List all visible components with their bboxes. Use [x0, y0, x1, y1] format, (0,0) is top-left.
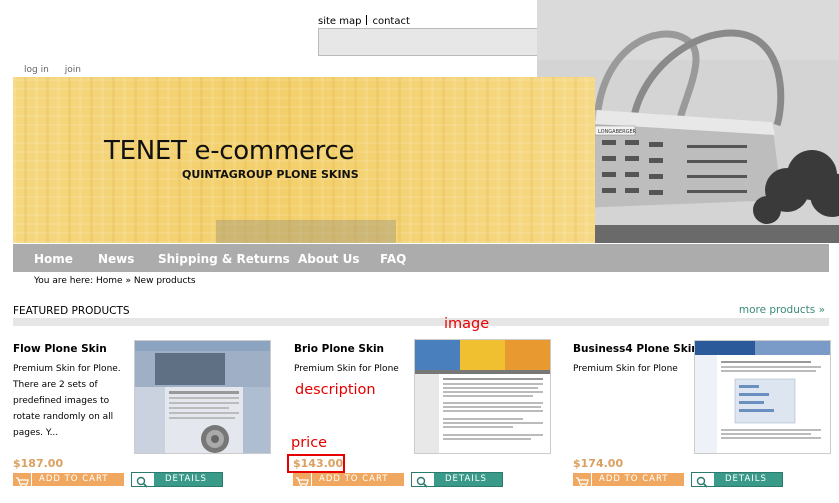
product-image-1[interactable]: [134, 340, 271, 454]
flow-skin-thumbnail: [135, 341, 270, 453]
more-products-link[interactable]: more products »: [739, 304, 825, 316]
main-nav: Home News Shipping & Returns About Us FA…: [13, 244, 829, 272]
user-links: log in join: [24, 65, 97, 75]
annotation-image: image: [444, 316, 490, 332]
nav-item-home[interactable]: Home: [34, 252, 73, 266]
product-description-3: Premium Skin for Plone: [573, 364, 678, 374]
annotation-description: description: [295, 382, 376, 398]
add-to-cart-label: ADD TO CART: [319, 474, 389, 484]
site-subtitle: QUINTAGROUP PLONE SKINS: [182, 168, 359, 181]
details-label: DETAILS: [725, 474, 767, 484]
annotation-price: price: [291, 435, 328, 451]
top-links: site map contact: [318, 15, 410, 27]
add-to-cart-label: ADD TO CART: [39, 474, 109, 484]
cart-icon: [13, 473, 32, 487]
product-price-3: $174.00: [573, 457, 624, 470]
details-button-1[interactable]: DETAILS: [131, 472, 223, 488]
site-title[interactable]: TENET e-commerce: [104, 136, 354, 166]
breadcrumb-separator: »: [125, 276, 131, 286]
product-name-3[interactable]: Business4 Plone Skin: [573, 343, 699, 355]
breadcrumb-current: New products: [133, 276, 196, 286]
site-map-link[interactable]: site map: [318, 16, 361, 27]
divider: [366, 15, 368, 25]
contact-link[interactable]: contact: [372, 16, 409, 27]
add-to-cart-button-3[interactable]: ADD TO CART: [573, 473, 684, 487]
magnifier-icon: [132, 473, 154, 488]
business4-skin-thumbnail: [695, 341, 830, 453]
nav-item-about-us[interactable]: About Us: [298, 252, 359, 266]
add-to-cart-button-1[interactable]: ADD TO CART: [13, 473, 124, 487]
details-button-2[interactable]: DETAILS: [411, 472, 503, 488]
magnifier-icon: [692, 473, 714, 488]
breadcrumb-prefix: You are here:: [34, 276, 94, 286]
nav-item-shipping-returns[interactable]: Shipping & Returns: [158, 252, 290, 266]
breadcrumb: You are here: Home » New products: [34, 276, 196, 286]
product-description-2: Premium Skin for Plone: [294, 364, 399, 374]
search-input[interactable]: [321, 31, 537, 53]
login-link[interactable]: log in: [24, 65, 49, 75]
product-description-1: Premium Skin for Plone. There are 2 sets…: [13, 364, 121, 438]
product-image-2[interactable]: [414, 339, 551, 454]
cart-icon: [573, 473, 592, 487]
product-name-1[interactable]: Flow Plone Skin: [13, 343, 107, 355]
banner-gray-strip: [216, 220, 396, 243]
featured-divider: [13, 318, 829, 326]
product-price-1: $187.00: [13, 457, 64, 470]
brio-skin-thumbnail: [415, 340, 550, 453]
product-name-2[interactable]: Brio Plone Skin: [294, 343, 384, 355]
search-box: [318, 28, 569, 56]
nav-item-news[interactable]: News: [98, 252, 134, 266]
price-highlight-box: [287, 454, 345, 473]
cart-icon: [293, 473, 312, 487]
add-to-cart-button-2[interactable]: ADD TO CART: [293, 473, 404, 487]
nav-item-faq[interactable]: FAQ: [380, 252, 406, 266]
product-image-3[interactable]: [694, 340, 831, 454]
details-label: DETAILS: [445, 474, 487, 484]
magnifier-icon: [412, 473, 434, 488]
add-to-cart-label: ADD TO CART: [599, 474, 669, 484]
details-button-3[interactable]: DETAILS: [691, 472, 783, 488]
breadcrumb-home[interactable]: Home: [96, 276, 123, 286]
join-link[interactable]: join: [65, 65, 81, 75]
details-label: DETAILS: [165, 474, 207, 484]
featured-title: FEATURED PRODUCTS: [13, 305, 130, 317]
